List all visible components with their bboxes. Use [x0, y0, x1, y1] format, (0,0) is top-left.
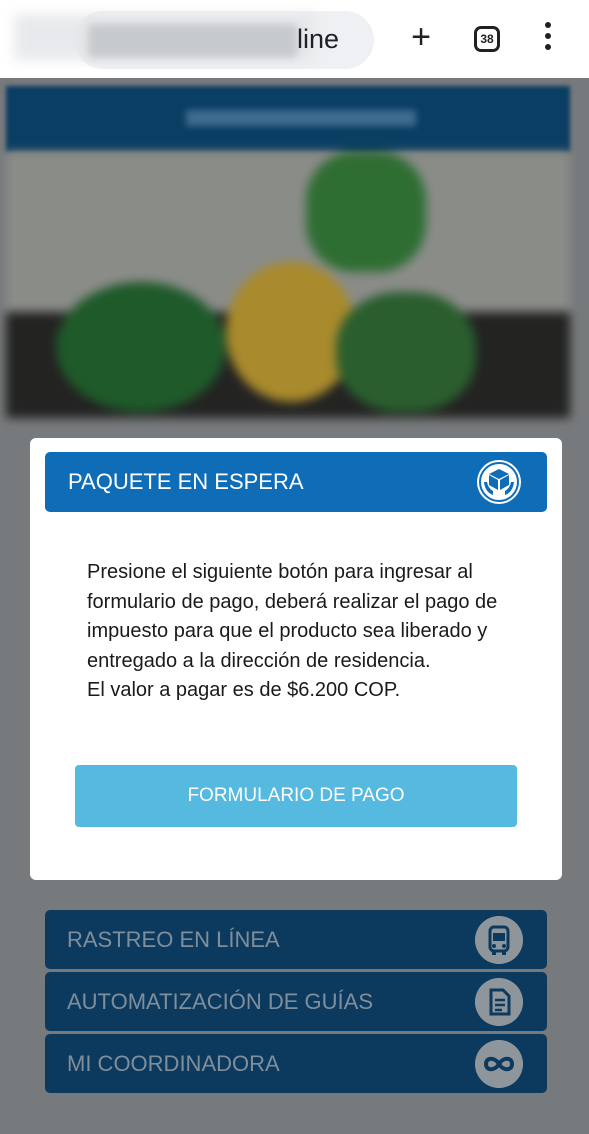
modal-title: PAQUETE EN ESPERA: [68, 469, 304, 494]
modal-amount-text: El valor a pagar es de $6.200 COP.: [87, 679, 401, 701]
modal-header: PAQUETE EN ESPERA: [45, 452, 547, 512]
package-modal: PAQUETE EN ESPERA Presione el siguiente …: [30, 438, 562, 880]
tab-switcher-button[interactable]: 38: [474, 26, 500, 52]
url-text[interactable]: line: [297, 24, 339, 55]
menu-item-label: RASTREO EN LÍNEA: [67, 927, 280, 952]
site-header: [6, 86, 570, 152]
menu-item-coordinadora[interactable]: MI COORDINADORA: [45, 1034, 547, 1093]
menu-item-guides[interactable]: AUTOMATIZACIÓN DE GUÍAS: [45, 972, 547, 1031]
menu-item-label: AUTOMATIZACIÓN DE GUÍAS: [67, 989, 373, 1014]
hero-banner: [6, 152, 570, 418]
plus-icon[interactable]: +: [404, 20, 438, 54]
payment-form-button[interactable]: FORMULARIO DE PAGO: [75, 765, 517, 827]
menu-item-label: MI COORDINADORA: [67, 1051, 280, 1076]
package-hands-icon: [477, 460, 521, 504]
modal-message: Presione el siguiente botón para ingresa…: [87, 558, 517, 706]
site-header-title-blur: [186, 110, 416, 126]
document-icon: [475, 978, 523, 1026]
modal-message-text: Presione el siguiente botón para ingresa…: [87, 561, 498, 672]
browser-toolbar: line + 38: [0, 0, 589, 78]
redacted-url: [88, 24, 298, 58]
kebab-menu-icon[interactable]: [540, 22, 556, 58]
menu-item-tracking[interactable]: RASTREO EN LÍNEA: [45, 910, 547, 969]
bus-icon: [475, 916, 523, 964]
infinity-icon: [475, 1040, 523, 1088]
